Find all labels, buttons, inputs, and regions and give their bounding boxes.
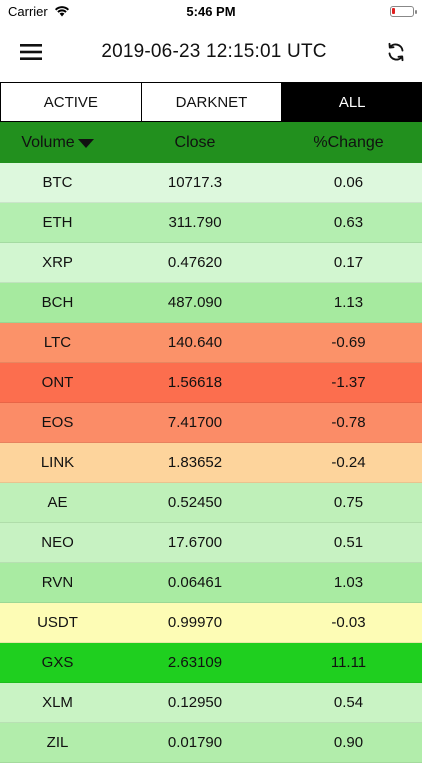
table-row[interactable]: LINK 1.83652 -0.24 bbox=[0, 443, 422, 483]
row-change: -0.78 bbox=[331, 414, 366, 431]
row-change: -1.37 bbox=[331, 374, 366, 391]
segment-darknet[interactable]: DARKNET bbox=[140, 83, 282, 121]
row-change: -0.03 bbox=[331, 614, 366, 631]
hamburger-menu-icon[interactable] bbox=[20, 43, 42, 61]
table-row[interactable]: XLM 0.12950 0.54 bbox=[0, 683, 422, 723]
row-symbol: ZIL bbox=[46, 734, 69, 751]
row-change: -0.24 bbox=[331, 454, 366, 471]
row-symbol: NEO bbox=[41, 534, 74, 551]
row-change: -0.69 bbox=[331, 334, 366, 351]
table-row[interactable]: BTC 10717.3 0.06 bbox=[0, 163, 422, 203]
row-change: 0.54 bbox=[333, 694, 364, 711]
table-row[interactable]: USDT 0.99970 -0.03 bbox=[0, 603, 422, 643]
navbar: 2019-06-23 12:15:01 UTC bbox=[0, 22, 422, 82]
header-close[interactable]: Close bbox=[115, 134, 275, 152]
table-row[interactable]: GXS 2.63109 11.11 bbox=[0, 643, 422, 683]
row-change: 0.75 bbox=[333, 494, 364, 511]
table-row[interactable]: ETH 311.790 0.63 bbox=[0, 203, 422, 243]
filter-segmented-control: ACTIVE DARKNET ALL bbox=[0, 82, 422, 122]
header-change[interactable]: %Change bbox=[275, 134, 422, 152]
wifi-icon bbox=[54, 6, 69, 17]
row-close: 0.01790 bbox=[167, 734, 223, 751]
table-row[interactable]: BCH 487.090 1.13 bbox=[0, 283, 422, 323]
status-bar: Carrier 5:46 PM bbox=[0, 0, 422, 22]
row-change: 0.51 bbox=[333, 534, 364, 551]
row-close: 2.63109 bbox=[167, 654, 223, 671]
table-row[interactable]: LTC 140.640 -0.69 bbox=[0, 323, 422, 363]
table-header: Volume Close %Change bbox=[0, 122, 422, 163]
row-symbol: AE bbox=[47, 494, 68, 511]
row-close: 0.99970 bbox=[167, 614, 223, 631]
row-close: 140.640 bbox=[167, 334, 223, 351]
row-symbol: XLM bbox=[42, 694, 73, 711]
table-row[interactable]: AE 0.52450 0.75 bbox=[0, 483, 422, 523]
page-title: 2019-06-23 12:15:01 UTC bbox=[101, 41, 327, 62]
table-row[interactable]: ONT 1.56618 -1.37 bbox=[0, 363, 422, 403]
row-symbol: XRP bbox=[42, 254, 73, 271]
row-change: 0.06 bbox=[333, 174, 364, 191]
row-close: 10717.3 bbox=[167, 174, 223, 191]
row-symbol: USDT bbox=[37, 614, 78, 631]
table-row[interactable]: RVN 0.06461 1.03 bbox=[0, 563, 422, 603]
row-symbol: RVN bbox=[41, 574, 74, 591]
row-close: 0.52450 bbox=[167, 494, 223, 511]
row-change: 0.63 bbox=[333, 214, 364, 231]
row-change: 0.90 bbox=[333, 734, 364, 751]
row-close: 487.090 bbox=[167, 294, 223, 311]
row-close: 1.56618 bbox=[167, 374, 223, 391]
row-change: 0.17 bbox=[333, 254, 364, 271]
row-close: 0.12950 bbox=[167, 694, 223, 711]
status-left: Carrier bbox=[8, 4, 70, 19]
row-symbol: BTC bbox=[42, 174, 73, 191]
row-close: 17.6700 bbox=[167, 534, 223, 551]
row-symbol: ETH bbox=[42, 214, 73, 231]
row-close: 0.47620 bbox=[167, 254, 223, 271]
row-symbol: LINK bbox=[40, 454, 75, 471]
row-symbol: ONT bbox=[41, 374, 74, 391]
row-symbol: GXS bbox=[41, 654, 74, 671]
row-change: 1.03 bbox=[333, 574, 364, 591]
refresh-icon[interactable] bbox=[386, 42, 406, 62]
carrier-label: Carrier bbox=[8, 3, 48, 19]
row-symbol: LTC bbox=[43, 334, 72, 351]
header-volume-label: Volume bbox=[21, 133, 75, 151]
row-close: 1.83652 bbox=[167, 454, 223, 471]
table-row[interactable]: EOS 7.41700 -0.78 bbox=[0, 403, 422, 443]
row-change: 11.11 bbox=[330, 654, 367, 671]
table-row[interactable]: XRP 0.47620 0.17 bbox=[0, 243, 422, 283]
header-volume[interactable]: Volume bbox=[0, 134, 115, 152]
sort-down-icon bbox=[77, 139, 94, 148]
row-close: 311.790 bbox=[168, 214, 222, 231]
segment-active[interactable]: ACTIVE bbox=[0, 83, 141, 121]
battery-icon bbox=[390, 5, 417, 17]
row-close: 7.41700 bbox=[167, 414, 223, 431]
segment-all[interactable]: ALL bbox=[281, 83, 422, 121]
table-row[interactable]: ZIL 0.01790 0.90 bbox=[0, 723, 422, 763]
table-row[interactable]: NEO 17.6700 0.51 bbox=[0, 523, 422, 563]
row-symbol: EOS bbox=[41, 414, 74, 431]
row-change: 1.13 bbox=[333, 294, 364, 311]
coin-list: BTC 10717.3 0.06 ETH 311.790 0.63 XRP 0.… bbox=[0, 163, 422, 763]
row-close: 0.06461 bbox=[167, 574, 223, 591]
row-symbol: BCH bbox=[41, 294, 74, 311]
